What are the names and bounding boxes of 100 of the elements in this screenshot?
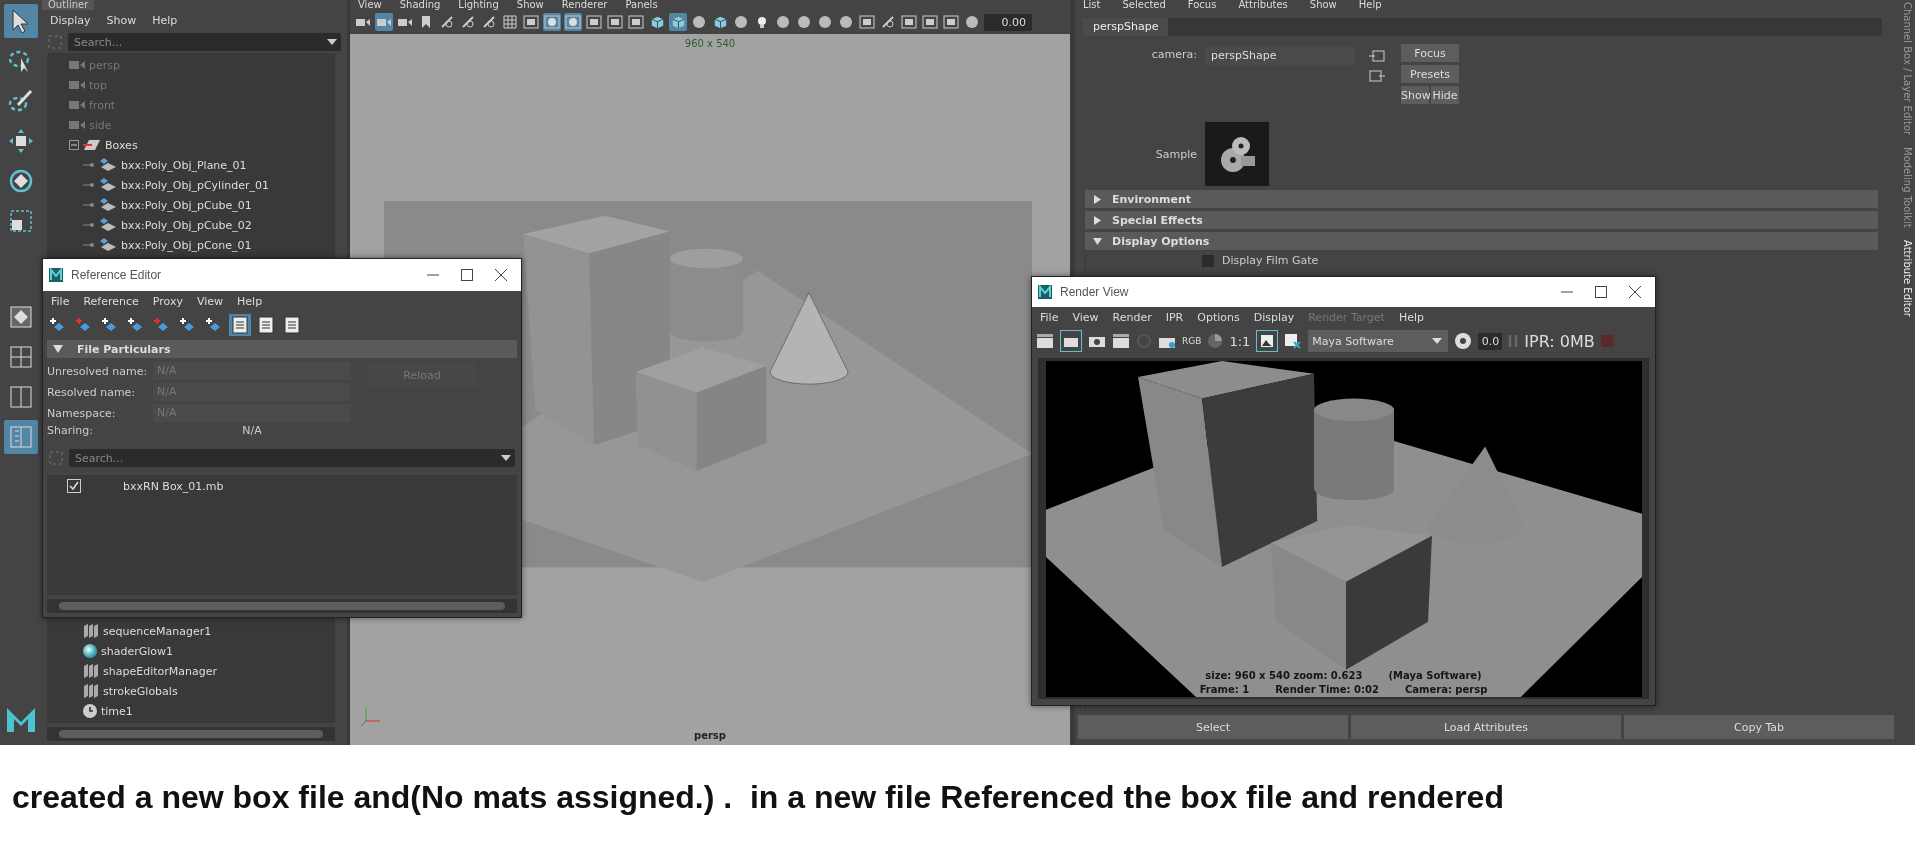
outliner-item[interactable]: shapeEditorManager	[103, 664, 217, 678]
horizontal-scrollbar[interactable]	[47, 599, 517, 613]
search-box[interactable]: Search...	[68, 33, 341, 51]
menu-item[interactable]: View	[358, 0, 382, 10]
menu-item[interactable]: View	[1072, 311, 1099, 324]
outliner-item[interactable]: Boxes	[105, 138, 138, 152]
alpha-icon[interactable]	[1207, 333, 1224, 349]
collapse-triangle-icon[interactable]	[53, 345, 63, 353]
menu-item[interactable]: Show	[516, 0, 544, 10]
horizontal-scrollbar[interactable]	[47, 727, 335, 741]
menu-item[interactable]: File	[51, 295, 70, 308]
collapse-triangle-icon[interactable]	[1093, 236, 1102, 246]
tool-button[interactable]	[4, 4, 38, 38]
exposure-field[interactable]: 0.00	[984, 13, 1032, 31]
output-connection-icon[interactable]	[1369, 70, 1385, 82]
menu-item[interactable]: Show	[1309, 0, 1337, 10]
checkbox[interactable]	[1202, 254, 1214, 267]
node-tab[interactable]: perspShape	[1083, 18, 1169, 36]
maximize-icon[interactable]	[1595, 286, 1607, 298]
input-connection-icon[interactable]	[1369, 50, 1385, 62]
panel-tab[interactable]: Outliner	[42, 0, 95, 10]
outliner-item[interactable]: time1	[101, 704, 133, 718]
keep-image-button[interactable]	[1256, 330, 1279, 352]
menu-item[interactable]: Help	[1358, 0, 1382, 10]
menu-item[interactable]: Reference	[83, 295, 139, 308]
mesh-icon	[99, 158, 117, 172]
ipr-clapperboard-icon[interactable]	[1112, 333, 1130, 349]
menu-item[interactable]: Selected	[1122, 0, 1166, 10]
outliner-item[interactable]: bxx:Poly_Obj_Plane_01	[121, 158, 247, 172]
remove-image-icon[interactable]	[1284, 333, 1303, 349]
dropdown-caret-icon[interactable]	[327, 39, 337, 45]
attribute-button[interactable]: Focus	[1401, 44, 1459, 62]
attribute-button[interactable]: Presets	[1401, 65, 1459, 83]
dropdown-caret-icon[interactable]	[501, 455, 511, 461]
menu-item[interactable]: File	[1040, 311, 1059, 324]
attribute-button[interactable]: Show	[1401, 86, 1429, 104]
menu-item[interactable]: Show	[106, 14, 137, 27]
outliner-item[interactable]: bxx:Poly_Obj_pCube_01	[121, 198, 252, 212]
exposure-field[interactable]: 0.0	[1478, 332, 1503, 350]
list-window-icon	[232, 316, 248, 334]
menu-item[interactable]: Proxy	[152, 295, 183, 308]
checkbox[interactable]	[67, 479, 81, 493]
expand-triangle-icon[interactable]	[1093, 215, 1102, 225]
snapshot-camera-icon[interactable]	[1088, 334, 1106, 348]
renderer-dropdown[interactable]: Maya Software	[1308, 330, 1449, 352]
menu-item[interactable]: Help	[1398, 311, 1424, 324]
bottom-button[interactable]: Load Attributes	[1351, 715, 1621, 739]
menu-item[interactable]: Render	[1112, 311, 1152, 324]
side-tab[interactable]: Modeling Toolkit	[1902, 147, 1913, 228]
section-header[interactable]: Special Effects	[1085, 211, 1878, 229]
reference-name[interactable]: bxxRN Box_01.mb	[123, 479, 224, 493]
toolbar-button[interactable]	[281, 314, 303, 336]
section-title: Display Options	[1112, 234, 1210, 248]
outliner-item[interactable]: sequenceManager1	[103, 624, 212, 638]
menu-item[interactable]: Shading	[399, 0, 441, 10]
expand-triangle-icon[interactable]	[1093, 194, 1102, 204]
menu-item[interactable]: Focus	[1187, 0, 1217, 10]
close-icon[interactable]	[1629, 286, 1641, 298]
section-header[interactable]: Display Options	[1085, 232, 1878, 250]
side-tab[interactable]: Channel Box / Layer Editor	[1902, 2, 1913, 136]
menu-item[interactable]: Panels	[625, 0, 658, 10]
section-header[interactable]: File Particulars	[47, 340, 517, 358]
outliner-item[interactable]: bxx:Poly_Obj_pCylinder_01	[121, 178, 269, 192]
close-icon[interactable]	[495, 269, 507, 281]
menu-item[interactable]: IPR	[1165, 311, 1184, 324]
outliner-item[interactable]: bxx:Poly_Obj_pCube_02	[121, 218, 252, 232]
outliner-item[interactable]: bxx:Poly_Obj_pCone_01	[121, 238, 252, 252]
camera-field[interactable]: perspShape	[1205, 46, 1355, 66]
menu-item[interactable]: Lighting	[458, 0, 499, 10]
bottom-button[interactable]: Copy Tab	[1624, 715, 1894, 739]
render-region-button[interactable]	[1060, 330, 1082, 352]
bookmark-icon[interactable]	[421, 15, 431, 29]
outliner-item[interactable]: strokeGlobals	[103, 684, 178, 698]
real-size-button[interactable]: 1:1	[1229, 333, 1251, 349]
toolbar-button[interactable]	[255, 314, 277, 336]
menu-item[interactable]: Help	[152, 14, 178, 27]
camera-name-label: persp	[693, 730, 727, 741]
menu-item[interactable]: List	[1083, 0, 1101, 10]
collapse-icon[interactable]	[69, 140, 79, 150]
clapperboard-icon[interactable]	[1036, 333, 1054, 349]
reference-icon	[83, 139, 101, 151]
rgb-channel-button[interactable]: RGB	[1182, 336, 1202, 346]
maximize-icon[interactable]	[461, 269, 473, 281]
menu-item[interactable]: Renderer	[561, 0, 608, 10]
attribute-button[interactable]: Hide	[1431, 86, 1459, 104]
outliner-item[interactable]: shaderGlow1	[101, 644, 174, 658]
aperture-icon[interactable]	[1454, 332, 1473, 350]
menu-item[interactable]: Options	[1197, 311, 1240, 324]
menu-item[interactable]: Display	[50, 14, 91, 27]
bottom-button[interactable]: Select	[1078, 715, 1348, 739]
mesh-icon	[99, 198, 117, 212]
section-title: Special Effects	[1112, 213, 1203, 227]
menu-item[interactable]: View	[196, 295, 224, 308]
toolbar-button[interactable]	[229, 314, 251, 336]
menu-item[interactable]: Attributes	[1238, 0, 1288, 10]
menu-item[interactable]: Display	[1253, 311, 1295, 324]
search-field[interactable]: Search...	[72, 34, 327, 50]
section-header[interactable]: Environment	[1085, 190, 1878, 208]
menu-item[interactable]: Help	[237, 295, 263, 308]
side-tab[interactable]: Attribute Editor	[1902, 239, 1913, 317]
